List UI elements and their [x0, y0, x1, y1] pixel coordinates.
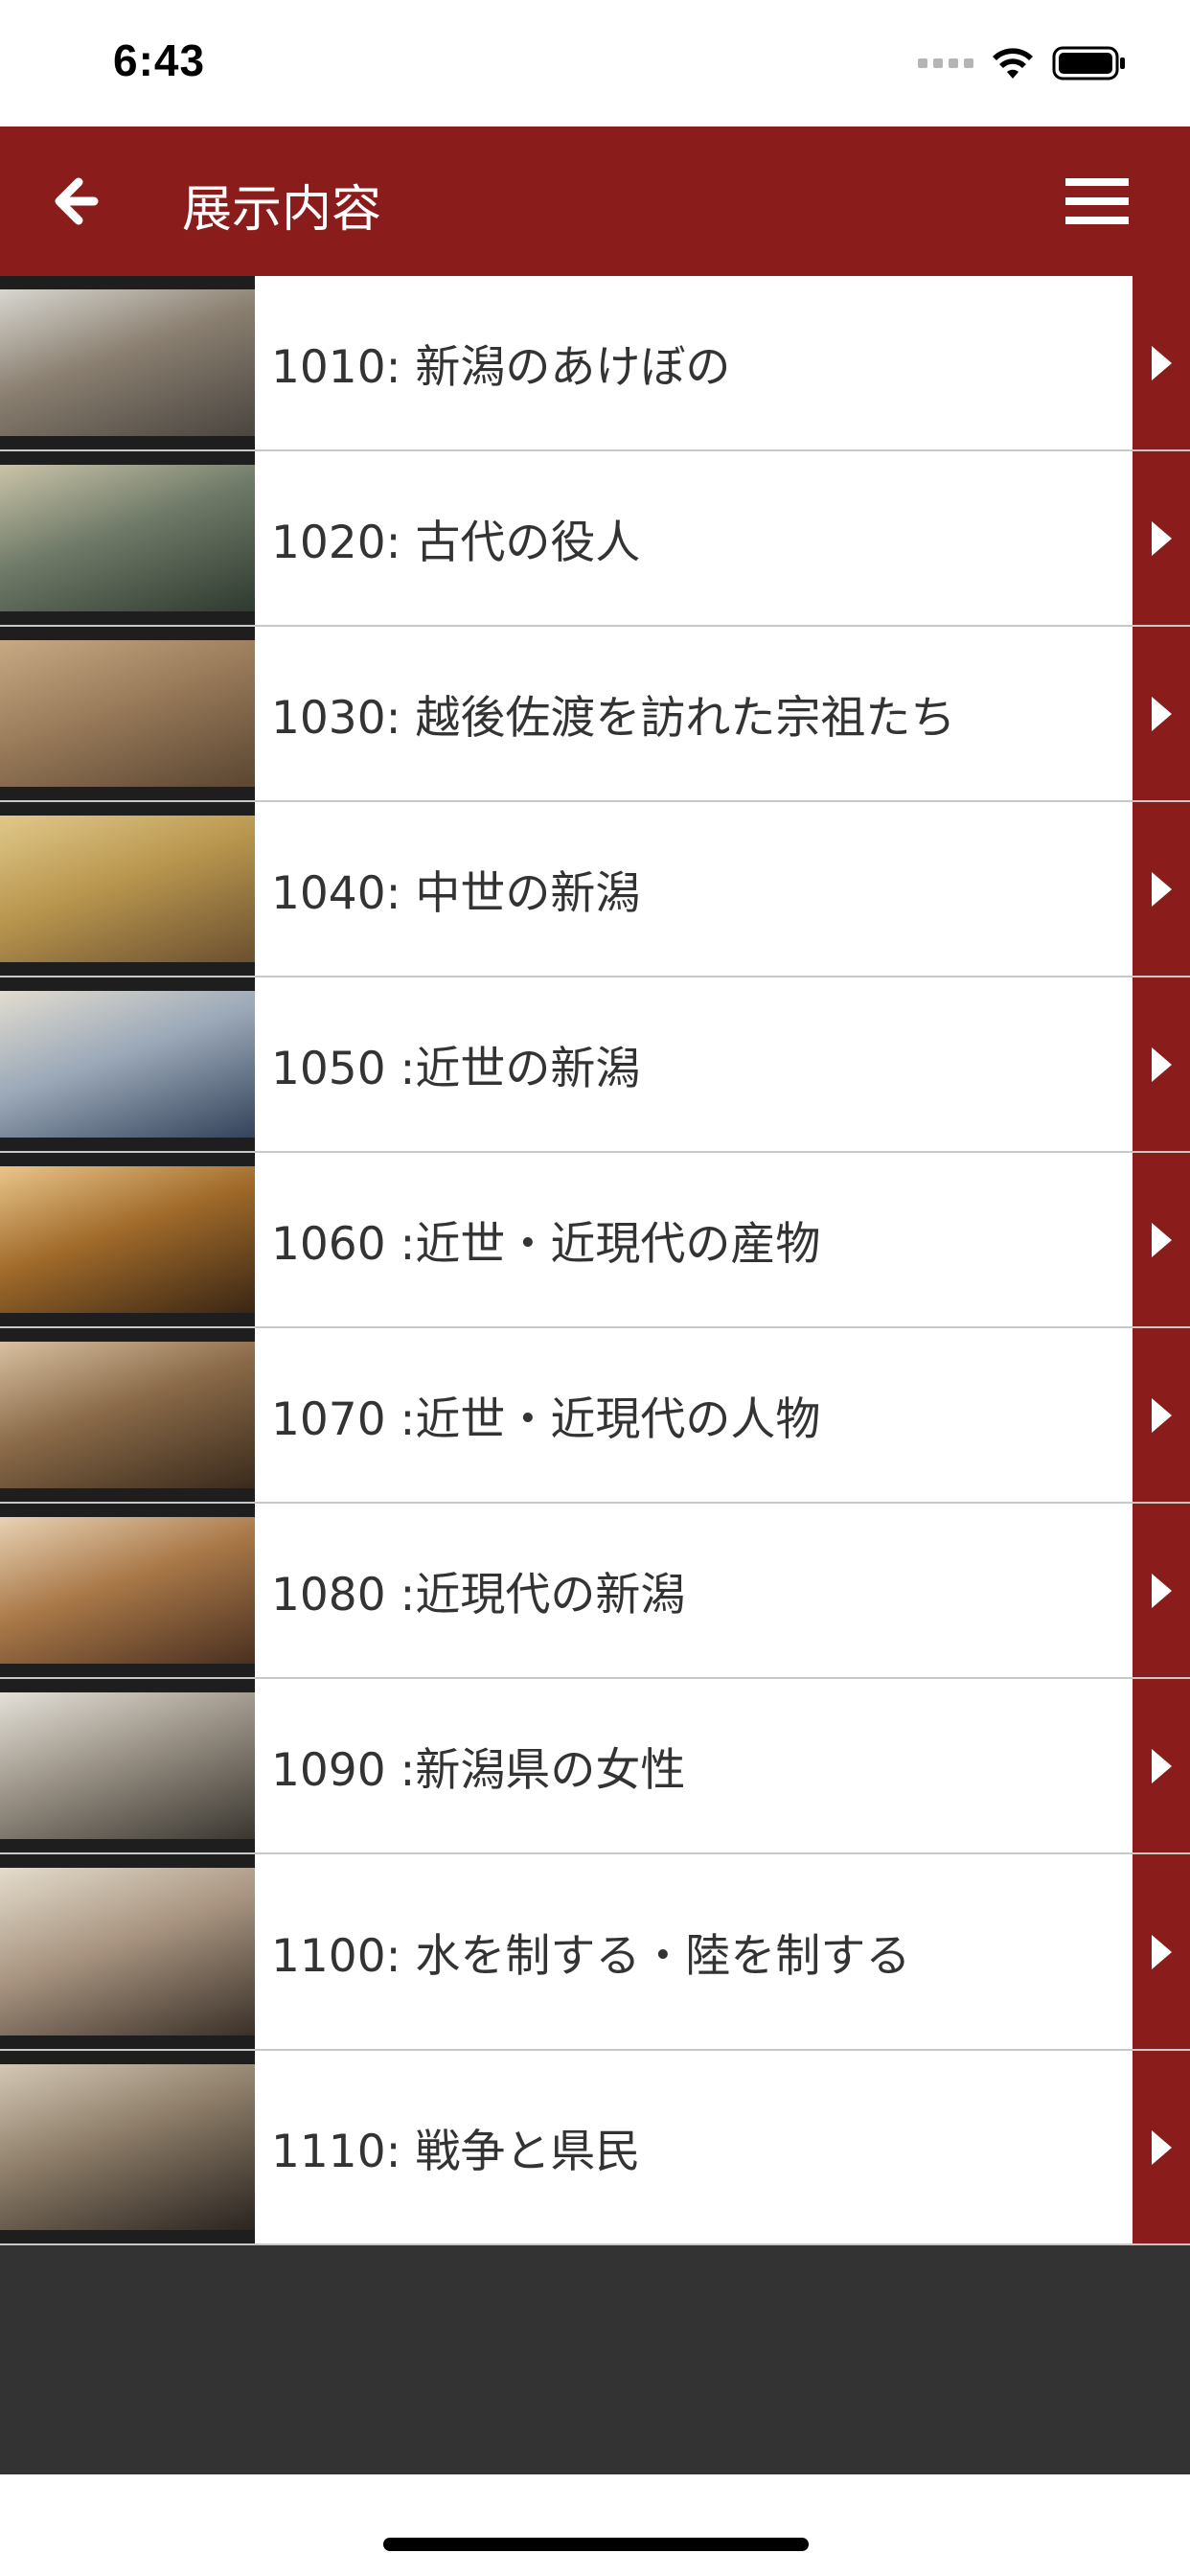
list-item[interactable]: 1080 :近現代の新潟	[0, 1504, 1190, 1679]
play-triangle-icon	[1152, 1397, 1172, 1433]
exhibit-thumbnail	[0, 1504, 255, 1677]
list-item[interactable]: 1100: 水を制する・陸を制する	[0, 1854, 1190, 2051]
row-disclosure[interactable]	[1133, 1504, 1190, 1677]
list-item-label: 1070 :近世・近現代の人物	[271, 1393, 821, 1446]
list-item[interactable]: 1110: 戦争と県民	[0, 2051, 1190, 2245]
wifi-icon	[993, 48, 1033, 79]
back-button[interactable]	[50, 172, 107, 230]
play-triangle-icon	[1152, 345, 1172, 380]
status-time: 6:43	[113, 35, 206, 85]
exhibit-thumbnail	[0, 627, 255, 800]
row-disclosure[interactable]	[1133, 2051, 1190, 2243]
battery-icon	[1052, 46, 1125, 80]
play-triangle-icon	[1152, 2129, 1172, 2165]
list-item[interactable]: 1010: 新潟のあけぼの	[0, 276, 1190, 451]
status-icons	[918, 44, 1127, 82]
list-item-label: 1020: 古代の役人	[271, 517, 641, 569]
row-disclosure[interactable]	[1133, 451, 1190, 625]
play-triangle-icon	[1152, 696, 1172, 731]
play-triangle-icon	[1152, 1222, 1172, 1257]
row-disclosure[interactable]	[1133, 1328, 1190, 1502]
list-item-label: 1090 :新潟県の女性	[271, 1744, 686, 1797]
row-disclosure[interactable]	[1133, 1679, 1190, 1852]
row-disclosure[interactable]	[1133, 1854, 1190, 2049]
navigation-bar: 展示内容	[0, 126, 1190, 276]
list-item[interactable]: 1030: 越後佐渡を訪れた宗祖たち	[0, 627, 1190, 802]
exhibit-thumbnail	[0, 1153, 255, 1326]
list-item[interactable]: 1070 :近世・近現代の人物	[0, 1328, 1190, 1504]
list-item-label: 1060 :近世・近現代の産物	[271, 1218, 821, 1271]
exhibit-thumbnail	[0, 978, 255, 1151]
play-triangle-icon	[1152, 1934, 1172, 1969]
status-bar: 6:43	[0, 0, 1190, 126]
cellular-signal-icon	[918, 58, 973, 68]
exhibit-thumbnail	[0, 1679, 255, 1852]
home-indicator-area	[0, 2474, 1190, 2576]
list-item-label: 1010: 新潟のあけぼの	[271, 341, 731, 394]
exhibit-thumbnail	[0, 802, 255, 976]
play-triangle-icon	[1152, 871, 1172, 907]
list-item-label: 1110: 戦争と県民	[271, 2126, 641, 2178]
list-item-label: 1050 :近世の新潟	[271, 1043, 641, 1095]
home-indicator[interactable]	[383, 2538, 809, 2551]
row-disclosure[interactable]	[1133, 627, 1190, 800]
exhibit-thumbnail	[0, 276, 255, 449]
list-item[interactable]: 1090 :新潟県の女性	[0, 1679, 1190, 1854]
menu-button[interactable]	[1064, 176, 1131, 226]
row-disclosure[interactable]	[1133, 978, 1190, 1151]
list-item-label: 1100: 水を制する・陸を制する	[271, 1930, 911, 1983]
exhibit-thumbnail	[0, 1854, 255, 2049]
exhibit-thumbnail	[0, 451, 255, 625]
hamburger-menu-icon	[1065, 178, 1129, 224]
play-triangle-icon	[1152, 1046, 1172, 1082]
list-item[interactable]: 1060 :近世・近現代の産物	[0, 1153, 1190, 1328]
list-item[interactable]: 1040: 中世の新潟	[0, 802, 1190, 978]
list-item[interactable]: 1020: 古代の役人	[0, 451, 1190, 627]
arrow-left-icon	[55, 177, 99, 225]
list-item-label: 1080 :近現代の新潟	[271, 1569, 686, 1622]
row-disclosure[interactable]	[1133, 276, 1190, 449]
exhibit-thumbnail	[0, 2051, 255, 2243]
row-disclosure[interactable]	[1133, 802, 1190, 976]
play-triangle-icon	[1152, 1573, 1172, 1608]
play-triangle-icon	[1152, 1748, 1172, 1783]
list-item-label: 1030: 越後佐渡を訪れた宗祖たち	[271, 692, 956, 745]
exhibit-list: 1010: 新潟のあけぼの 1020: 古代の役人 1030: 越後佐渡を訪れた宗祖…	[0, 276, 1190, 2245]
play-triangle-icon	[1152, 520, 1172, 556]
list-item-label: 1040: 中世の新潟	[271, 867, 641, 920]
row-disclosure[interactable]	[1133, 1153, 1190, 1326]
page-title: 展示内容	[182, 181, 382, 239]
exhibit-thumbnail	[0, 1328, 255, 1502]
list-item[interactable]: 1050 :近世の新潟	[0, 978, 1190, 1153]
